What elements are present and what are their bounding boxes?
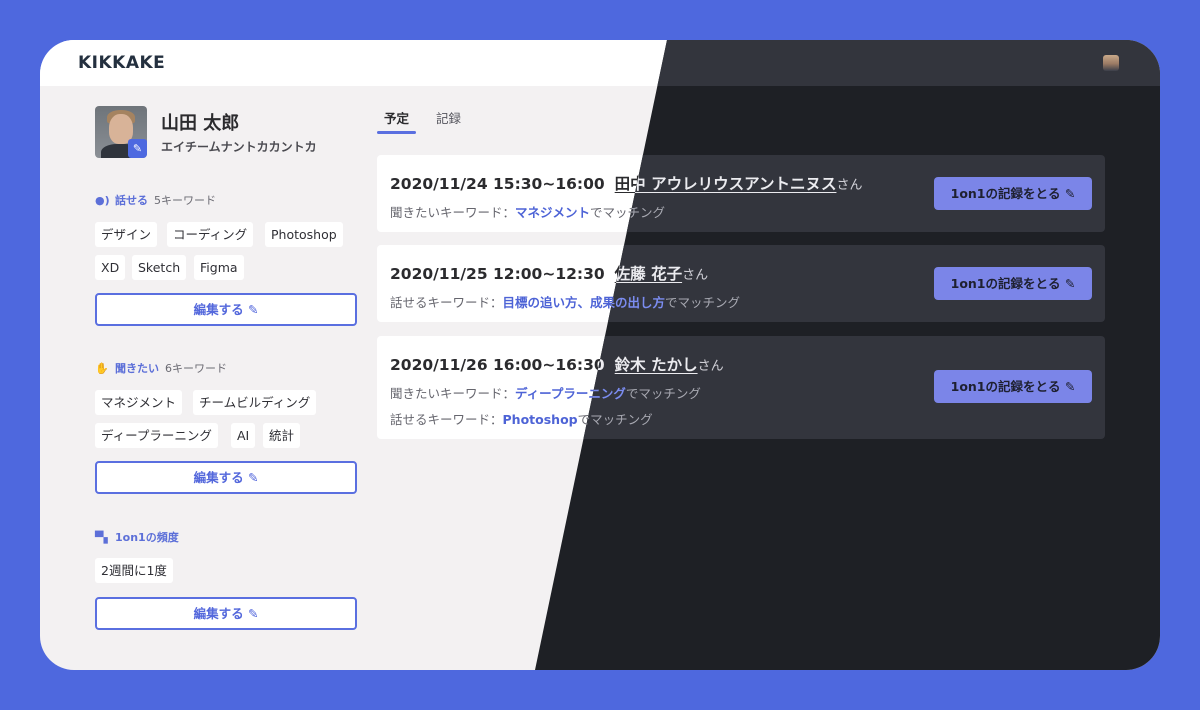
pencil-icon: ✎ [1064, 379, 1076, 394]
record-1on1-button[interactable]: 1on1の記録をとる ✎ [934, 370, 1092, 403]
keyword-chip: Photoshop [265, 222, 343, 247]
match-info: 聞きたいキーワード：マネジメントでマッチング [390, 205, 666, 220]
profile-name: 山田 太郎 [161, 113, 240, 134]
honorific: さん [697, 359, 724, 374]
speak-count: 5キーワード [154, 194, 216, 207]
active-tab-indicator [377, 131, 416, 134]
keyword-chip: チームビルディング [193, 390, 317, 415]
person-speaking-icon: ●) [95, 193, 110, 207]
tab-schedule[interactable]: 予定 [384, 108, 409, 127]
raised-hand-icon: ✋ [95, 361, 109, 375]
record-button-label: 1on1の記録をとる [950, 379, 1061, 394]
keyword-chip: コーディング [167, 222, 254, 247]
keyword-chip: Figma [194, 255, 244, 280]
meeting-datetime: 2020/11/24 15:30~16:00 [390, 175, 605, 193]
keyword-chip: ディープラーニング [95, 423, 218, 448]
tab-records[interactable]: 記録 [436, 108, 461, 127]
pencil-icon: ✎ [247, 470, 259, 485]
profile-avatar: ✎ [95, 106, 147, 158]
keyword-chip: AI [231, 423, 256, 448]
edit-avatar-icon[interactable]: ✎ [128, 139, 147, 158]
listen-count: 6キーワード [165, 362, 227, 375]
match-keyword[interactable]: Photoshop [503, 412, 578, 427]
meeting-person-link[interactable]: 佐藤 花子 [615, 265, 682, 283]
frequency-value: 2週間に1度 [95, 558, 173, 583]
chat-bubbles-icon: ▀▖ [95, 530, 112, 544]
user-avatar-menu[interactable] [1103, 55, 1119, 71]
meeting-person-link[interactable]: 田中 アウレリウスアントニヌス [615, 175, 837, 193]
keyword-chip: Sketch [132, 255, 187, 280]
pencil-icon: ✎ [247, 606, 259, 621]
record-button-label: 1on1の記録をとる [950, 276, 1061, 291]
edit-frequency-button[interactable]: 編集する ✎ [95, 597, 357, 630]
honorific: さん [836, 178, 863, 193]
keyword-chip: XD [95, 255, 126, 280]
keyword-chip: 統計 [263, 423, 301, 448]
record-button-label: 1on1の記録をとる [950, 186, 1061, 201]
listen-section-title: ✋ 聞きたい 6キーワード [95, 361, 227, 376]
match-keyword[interactable]: マネジメント [515, 205, 590, 220]
keyword-chip: マネジメント [95, 390, 183, 415]
app-frame: KIKKAKE ✎ 山田 太郎 エイチームナントカカントカ ●) 話せる 5キー… [40, 40, 1160, 670]
keyword-chip: デザイン [95, 222, 158, 247]
record-1on1-button[interactable]: 1on1の記録をとる ✎ [934, 267, 1092, 300]
pencil-icon: ✎ [247, 302, 259, 317]
meeting-person-link[interactable]: 鈴木 たかし [615, 356, 698, 374]
honorific: さん [682, 268, 709, 283]
pencil-icon: ✎ [1064, 276, 1076, 291]
meeting-datetime: 2020/11/26 16:00~16:30 [390, 356, 605, 374]
edit-listen-keywords-button[interactable]: 編集する ✎ [95, 461, 357, 494]
frequency-section-title: ▀▖ 1on1の頻度 [95, 530, 179, 545]
profile-kana: エイチームナントカカントカ [161, 140, 317, 154]
record-1on1-button[interactable]: 1on1の記録をとる ✎ [934, 177, 1092, 210]
meeting-datetime: 2020/11/25 12:00~12:30 [390, 265, 605, 283]
app-logo[interactable]: KIKKAKE [78, 53, 165, 73]
pencil-icon: ✎ [1064, 186, 1076, 201]
edit-speak-keywords-button[interactable]: 編集する ✎ [95, 293, 357, 326]
speak-section-title: ●) 話せる 5キーワード [95, 193, 216, 208]
